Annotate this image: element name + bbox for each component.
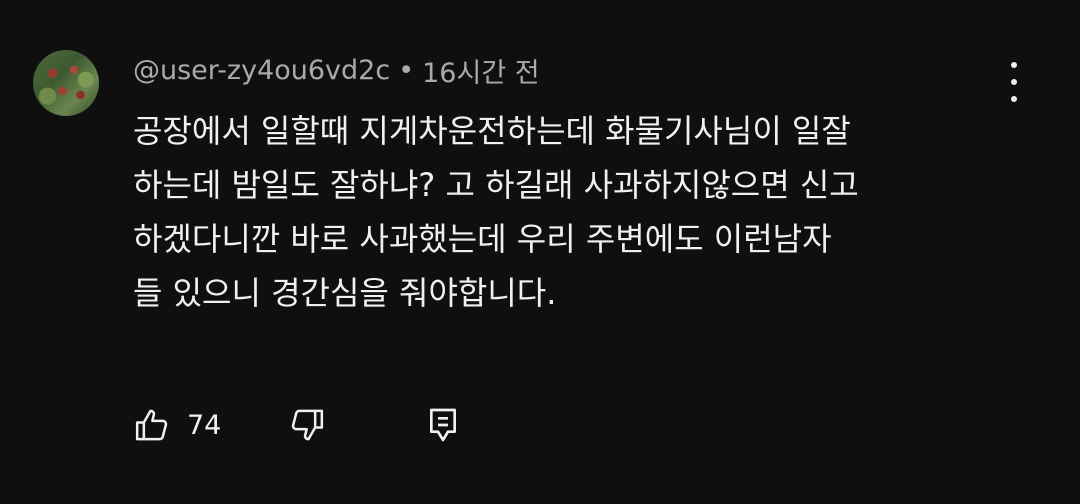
avatar[interactable]	[33, 50, 99, 116]
comment-time[interactable]: 16시간 전	[422, 51, 539, 90]
like-count: 74	[187, 409, 222, 441]
more-options-button[interactable]	[998, 62, 1030, 102]
thumbs-up-icon	[133, 405, 173, 445]
separator-dot: •	[398, 54, 415, 86]
thumbs-down-icon	[286, 405, 326, 445]
comment-actions: 74	[133, 400, 460, 450]
comment-text-line: 하는데 밤일도 잘하냐? 고 하길래 사과하지않으면 신고	[133, 166, 859, 204]
comment-text-line: 하겠다니깐 바로 사과했는데 우리 주변에도 이런남자	[133, 220, 832, 258]
comment-text: 공장에서 일할때 지게차운전하는데 화물기사님이 일잘 하는데 밤일도 잘하냐?…	[133, 104, 1013, 320]
like-button[interactable]: 74	[133, 405, 253, 445]
author-name[interactable]: @user-zy4ou6vd2c	[133, 55, 390, 86]
reply-button[interactable]	[426, 405, 460, 445]
comment-header: @user-zy4ou6vd2c • 16시간 전	[133, 51, 540, 90]
comment-text-line: 공장에서 일할때 지게차운전하는데 화물기사님이 일잘	[133, 112, 851, 150]
comment-text-line: 들 있으니 경간심을 줘야합니다.	[133, 274, 557, 312]
more-vertical-icon	[1011, 62, 1017, 102]
dislike-button[interactable]	[286, 405, 396, 445]
comment-item: @user-zy4ou6vd2c • 16시간 전 공장에서 일할때 지게차운전…	[0, 0, 1080, 504]
comment-reply-icon	[426, 405, 460, 445]
